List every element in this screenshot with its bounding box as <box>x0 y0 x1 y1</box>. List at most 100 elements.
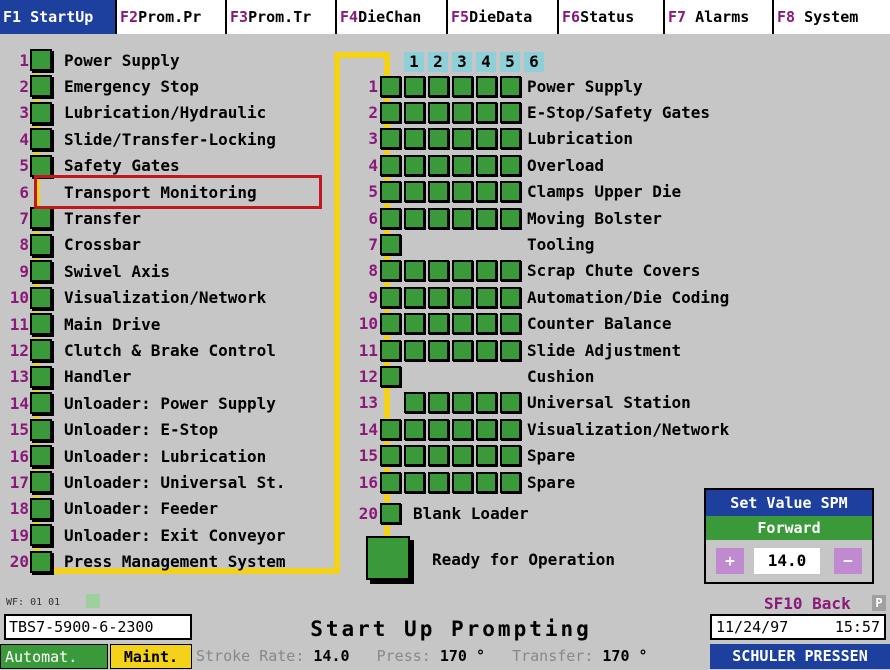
status-cell <box>428 366 449 387</box>
tab-prom-pr[interactable]: F2 Prom.Pr <box>117 0 227 34</box>
status-cell <box>380 418 401 440</box>
spm-increase-button[interactable]: + <box>716 548 744 574</box>
status-indicator <box>30 154 52 177</box>
checklist-item[interactable]: 11 Main Drive <box>0 311 160 337</box>
checklist-item[interactable]: 17 Unloader: Universal St. <box>0 469 286 495</box>
station-row[interactable]: 14 Visualization/Network <box>352 416 729 442</box>
status-cell <box>500 207 521 229</box>
checklist-item[interactable]: 9 Swivel Axis <box>0 258 170 284</box>
item-number: 12 <box>9 340 29 360</box>
station-row[interactable]: 4 Overload <box>352 152 604 178</box>
status-cell <box>404 128 425 150</box>
wf-indicator <box>86 594 100 608</box>
station-row[interactable]: 10 Counter Balance <box>352 311 672 337</box>
spm-direction[interactable]: Forward <box>706 516 872 540</box>
status-cell <box>452 207 473 229</box>
checklist-item[interactable]: 8 Crossbar <box>0 232 141 258</box>
status-indicator <box>30 207 52 230</box>
status-bar: TBS7-5900-6-2300 Start Up Prompting 11/2… <box>0 614 890 669</box>
checklist-item[interactable]: 19 Unloader: Exit Conveyor <box>0 522 286 548</box>
status-cell <box>428 154 449 176</box>
checklist-item[interactable]: 1 Power Supply <box>0 47 180 73</box>
tab-alarms[interactable]: F7 Alarms <box>665 0 774 34</box>
tab-die-data[interactable]: F5 DieData <box>448 0 559 34</box>
transfer-value: 170 ° <box>602 647 648 665</box>
row-label: Cushion <box>527 366 595 386</box>
item-label: Unloader: Feeder <box>64 499 219 519</box>
tab-prom-tr[interactable]: F3 Prom.Tr <box>227 0 337 34</box>
row-number: 13 <box>358 393 378 413</box>
function-tab-bar: F1 StartUp F2 Prom.Pr F3 Prom.Tr F4 DieChan… <box>0 0 890 34</box>
checklist-item[interactable]: 20 Press Management System <box>0 549 286 575</box>
status-cell <box>500 260 521 282</box>
checklist-item[interactable]: 13 Handler <box>0 364 131 390</box>
item-number: 6 <box>19 182 29 202</box>
checklist-item[interactable]: 10 Visualization/Network <box>0 285 266 311</box>
station-column-header: 2 <box>428 52 448 72</box>
station-row[interactable]: 16 Spare <box>352 469 575 495</box>
tab-die-chan[interactable]: F4 DieChan <box>337 0 448 34</box>
row-number: 20 <box>358 503 378 523</box>
screen-title: Start Up Prompting <box>310 617 592 641</box>
tab-startup[interactable]: F1 StartUp <box>0 0 117 34</box>
station-row[interactable]: 13 Universal Station <box>352 390 691 416</box>
station-row[interactable]: 9 Automation/Die Coding <box>352 284 729 310</box>
row-number: 5 <box>368 182 378 202</box>
station-row[interactable]: 8 Scrap Chute Covers <box>352 258 700 284</box>
tab-label: System <box>804 8 859 26</box>
status-cell <box>476 207 497 229</box>
row-label: Clamps Upper Die <box>527 182 682 202</box>
spm-decrease-button[interactable]: − <box>834 548 862 574</box>
status-cell <box>428 445 449 467</box>
tab-status[interactable]: F6 Status <box>559 0 665 34</box>
station-column-header: 1 <box>404 52 424 72</box>
checklist-item[interactable]: 15 Unloader: E-Stop <box>0 417 218 443</box>
back-button[interactable]: SF10 Back <box>764 594 851 613</box>
checklist-item[interactable]: 12 Clutch & Brake Control <box>0 337 276 363</box>
tab-label: StartUp <box>30 8 94 26</box>
status-indicator <box>30 392 52 415</box>
status-cell <box>476 471 497 493</box>
status-cell <box>404 207 425 229</box>
machine-readout: Stroke Rate: 14.0 Press: 170 ° Transfer:… <box>196 644 708 669</box>
checklist-item[interactable]: 2 Emergency Stop <box>0 73 199 99</box>
status-cell <box>404 471 425 493</box>
tab-label: Alarms <box>695 8 750 26</box>
status-cell <box>380 392 401 413</box>
station-row[interactable]: 15 Spare <box>352 443 575 469</box>
station-row[interactable]: 6 Moving Bolster <box>352 205 662 231</box>
checklist-item[interactable]: 18 Unloader: Feeder <box>0 496 218 522</box>
station-row[interactable]: 11 Slide Adjustment <box>352 337 681 363</box>
startup-screen: F1 StartUp F2 Prom.Pr F3 Prom.Tr F4 DieChan… <box>0 0 890 669</box>
checklist-item[interactable]: 7 Transfer <box>0 205 141 231</box>
status-cell <box>428 418 449 440</box>
checklist-item[interactable]: 3 Lubrication/Hydraulic <box>0 100 266 126</box>
mode-automatic[interactable]: Automat. <box>0 644 108 669</box>
item-number: 20 <box>9 552 29 572</box>
date: 11/24/97 <box>716 618 789 636</box>
stroke-rate-label: Stroke Rate: <box>196 647 305 665</box>
checklist-item[interactable]: 4 Slide/Transfer-Locking <box>0 126 276 152</box>
checklist-item[interactable]: 16 Unloader: Lubrication <box>0 443 266 469</box>
station-row[interactable]: 5 Clamps Upper Die <box>352 179 681 205</box>
checklist-item[interactable]: 14 Unloader: Power Supply <box>0 390 276 416</box>
station-row[interactable]: 12 Cushion <box>352 363 594 389</box>
mode-maintenance[interactable]: Maint. <box>110 644 192 669</box>
status-cell <box>500 392 521 414</box>
status-cell <box>404 445 425 467</box>
status-cell <box>500 339 521 361</box>
station-row[interactable]: 3 Lubrication <box>352 126 633 152</box>
row-label: Overload <box>527 155 605 175</box>
station-row[interactable]: 2 E-Stop/Safety Gates <box>352 99 710 125</box>
station-column-header: 4 <box>476 52 496 72</box>
spm-controls: + 14.0 − <box>706 540 872 582</box>
status-cell <box>452 128 473 150</box>
status-cell <box>476 445 497 467</box>
tab-system[interactable]: F8 System <box>774 0 890 34</box>
station-row[interactable]: 7 Tooling <box>352 231 594 257</box>
status-cell <box>380 339 401 361</box>
center-bus-top <box>334 52 390 58</box>
date-time: 11/24/97 15:57 <box>710 614 886 640</box>
station-row[interactable]: 1 Power Supply <box>352 73 643 99</box>
tab-label: DieData <box>469 8 533 26</box>
